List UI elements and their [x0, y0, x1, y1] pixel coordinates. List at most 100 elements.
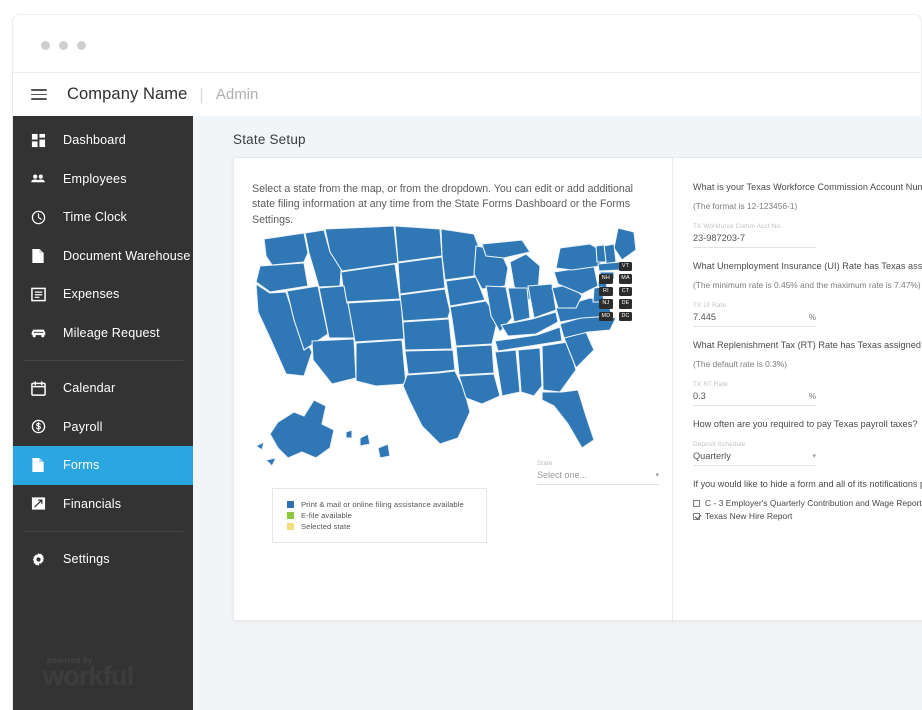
- sidebar-item-document-warehouse[interactable]: Document Warehouse: [13, 237, 193, 276]
- main-content: State Setup Select a state from the map,…: [193, 116, 922, 710]
- checkbox-new-hire-report[interactable]: [693, 512, 700, 520]
- sidebar-item-time-clock[interactable]: Time Clock: [13, 198, 193, 237]
- sidebar-item-dashboard[interactable]: Dashboard: [13, 121, 193, 160]
- sidebar-label: Financials: [63, 496, 122, 511]
- list-icon: [29, 285, 47, 303]
- field-control[interactable]: 23-987203-7: [693, 233, 816, 248]
- checkbox-row-new-hire-report[interactable]: Texas New Hire Report: [693, 511, 922, 521]
- car-icon: [29, 324, 47, 342]
- state-setup-card: Select a state from the map, or from the…: [233, 157, 922, 622]
- question-hint: (The format is 12-123456-1): [693, 201, 798, 211]
- state-select-control[interactable]: Select one... ▾: [537, 470, 659, 485]
- field-label: Deposit Schedule: [693, 441, 746, 448]
- state-abbreviation-chips: VT NH MA RI CT NJ DE MD DC: [599, 262, 633, 322]
- field-control[interactable]: 7.445 %: [693, 312, 816, 327]
- sidebar-item-employees[interactable]: Employees: [13, 160, 193, 199]
- field-control[interactable]: Quarterly ▾: [693, 451, 816, 466]
- field-label: TX Workforce Comm Acct No.: [693, 223, 783, 230]
- state-form-panel: What is your Texas Workforce Commission …: [693, 182, 922, 534]
- state-chip-ct[interactable]: CT: [618, 286, 633, 297]
- question-block-account-number: What is your Texas Workforce Commission …: [693, 182, 922, 248]
- sidebar-item-financials[interactable]: Financials: [13, 485, 193, 524]
- legend-swatch-print-mail: [287, 501, 294, 508]
- field-value: 7.445: [693, 312, 716, 322]
- state-chip-md[interactable]: MD: [599, 311, 613, 322]
- sidebar: Dashboard Employees Time Clock Document …: [13, 116, 193, 710]
- field-value: Quarterly: [693, 451, 731, 461]
- sidebar-item-payroll[interactable]: Payroll: [13, 408, 193, 447]
- question-text: What Replenishment Tax (RT) Rate has Tex…: [693, 340, 922, 350]
- sidebar-divider: [23, 360, 183, 361]
- sidebar-label: Dashboard: [63, 133, 126, 148]
- legend-swatch-selected: [287, 523, 294, 530]
- sidebar-label: Expenses: [63, 287, 120, 302]
- field-label: TX RT Rate: [693, 381, 729, 388]
- sidebar-divider: [23, 531, 183, 532]
- checkbox-label: Texas New Hire Report: [705, 511, 793, 521]
- state-chip-nh[interactable]: NH: [599, 274, 613, 284]
- legend-label: Selected state: [301, 522, 351, 531]
- map-legend: Print & mail or online filing assistance…: [272, 488, 487, 543]
- app-header: Company Name | Admin: [12, 72, 922, 116]
- sidebar-item-expenses[interactable]: Expenses: [13, 275, 193, 314]
- state-chip-vt[interactable]: VT: [618, 262, 633, 272]
- state-select[interactable]: State Select one... ▾: [537, 460, 659, 485]
- state-chip-de[interactable]: DE: [618, 299, 633, 309]
- state-chip-dc[interactable]: DC: [618, 311, 633, 322]
- window-dot-minimize[interactable]: [59, 41, 68, 50]
- sidebar-item-forms[interactable]: Forms: [13, 446, 193, 485]
- field-value: 23-987203-7: [693, 233, 746, 243]
- grid-icon: [29, 131, 47, 149]
- question-hint: (The default rate is 0.3%): [693, 359, 788, 369]
- state-select-value: Select one...: [537, 470, 588, 480]
- hide-forms-intro: If you would like to hide a form and all…: [693, 479, 922, 489]
- body-area: Dashboard Employees Time Clock Document …: [12, 116, 922, 710]
- sidebar-item-mileage-request[interactable]: Mileage Request: [13, 314, 193, 353]
- legend-label: E-file available: [301, 511, 352, 520]
- company-name: Company Name: [67, 85, 188, 103]
- field-value: 0.3: [693, 391, 706, 401]
- panel-divider: [672, 158, 673, 622]
- sidebar-label: Calendar: [63, 381, 116, 396]
- page-title: State Setup: [233, 132, 306, 147]
- field-control[interactable]: 0.3 %: [693, 391, 816, 406]
- sidebar-item-calendar[interactable]: Calendar: [13, 369, 193, 408]
- sidebar-label: Employees: [63, 171, 127, 186]
- dollar-icon: [29, 418, 47, 436]
- state-chip-ri[interactable]: RI: [599, 286, 613, 297]
- chevron-down-icon: ▾: [812, 453, 816, 460]
- checkbox-c3-report[interactable]: [693, 499, 700, 507]
- window-dot-close[interactable]: [41, 41, 50, 50]
- legend-label: Print & mail or online filing assistance…: [301, 500, 464, 509]
- legend-item: Selected state: [287, 522, 474, 531]
- document-icon: [29, 247, 47, 265]
- window-dot-maximize[interactable]: [77, 41, 86, 50]
- gear-icon: [29, 550, 47, 568]
- question-text: How often are you required to pay Texas …: [693, 419, 918, 429]
- state-select-label: State: [537, 460, 553, 467]
- hamburger-icon[interactable]: [31, 89, 47, 100]
- field-account-number[interactable]: TX Workforce Comm Acct No. 23-987203-7: [693, 223, 816, 248]
- chart-icon: [29, 495, 47, 513]
- field-rt-rate[interactable]: TX RT Rate 0.3 %: [693, 381, 816, 406]
- checkbox-row-c3-report[interactable]: C - 3 Employer's Quarterly Contribution …: [693, 498, 922, 508]
- forms-icon: [29, 456, 47, 474]
- sidebar-label: Document Warehouse: [63, 248, 191, 263]
- browser-chrome: [12, 14, 922, 72]
- header-separator: |: [199, 84, 204, 104]
- sidebar-label: Settings: [63, 552, 110, 567]
- state-chip-ma[interactable]: MA: [618, 274, 633, 284]
- sidebar-label: Time Clock: [63, 210, 128, 225]
- field-suffix: %: [808, 391, 816, 401]
- field-suffix: %: [808, 312, 816, 322]
- state-chip-nj[interactable]: NJ: [599, 299, 613, 309]
- legend-item: E-file available: [287, 511, 474, 520]
- legend-item: Print & mail or online filing assistance…: [287, 500, 474, 509]
- admin-label: Admin: [215, 86, 259, 103]
- sidebar-item-settings[interactable]: Settings: [13, 540, 193, 579]
- field-ui-rate[interactable]: TX UI Rate 7.445 %: [693, 302, 816, 327]
- chip-spacer: [599, 262, 613, 271]
- sidebar-label: Payroll: [63, 419, 103, 434]
- field-deposit-schedule[interactable]: Deposit Schedule Quarterly ▾: [693, 441, 816, 466]
- chevron-down-icon: ▾: [655, 472, 659, 479]
